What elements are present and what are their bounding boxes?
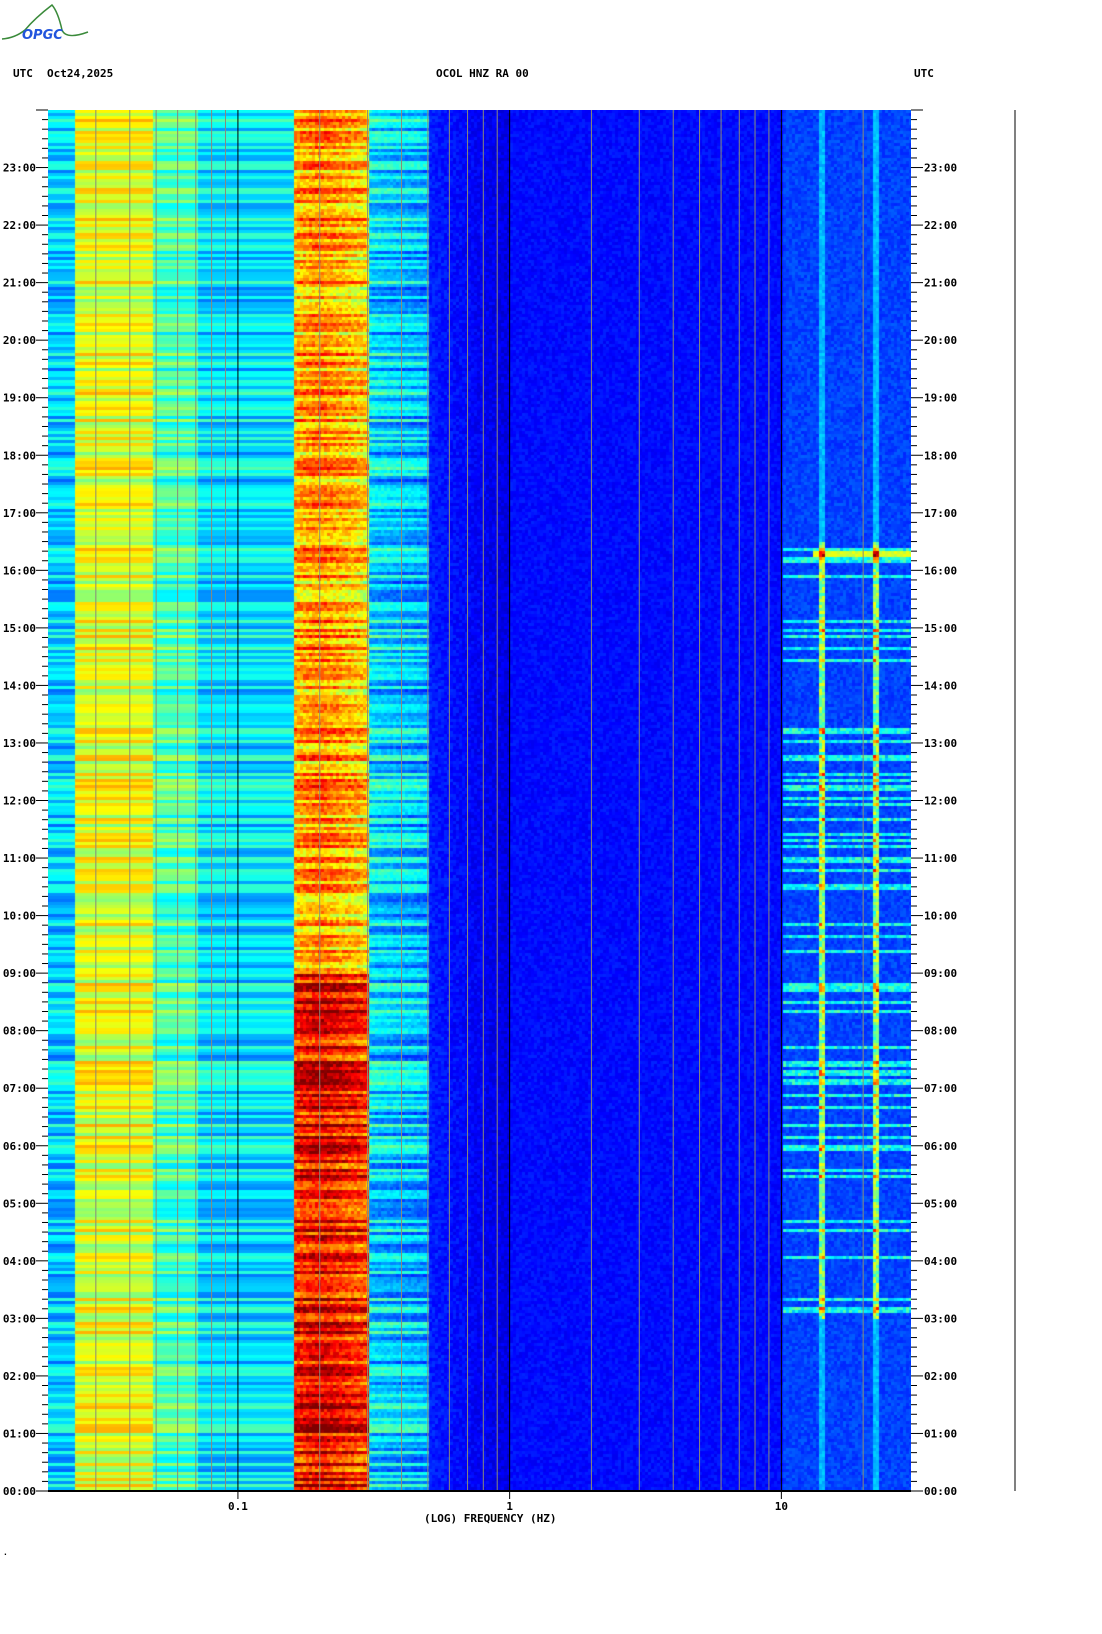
left-time-label: 16:00: [3, 564, 36, 577]
x-tick-label: 0.1: [228, 1500, 248, 1513]
right-time-label: 18:00: [924, 449, 957, 462]
right-time-label: 13:00: [924, 737, 957, 750]
left-time-label: 10:00: [3, 910, 36, 923]
left-time-label: 04:00: [3, 1255, 36, 1268]
right-time-label: 06:00: [924, 1140, 957, 1153]
right-time-label: 23:00: [924, 162, 957, 175]
left-time-label: 07:00: [3, 1082, 36, 1095]
left-time-label: 06:00: [3, 1140, 36, 1153]
right-time-label: 00:00: [924, 1485, 957, 1498]
left-time-label: 20:00: [3, 334, 36, 347]
right-time-label: 09:00: [924, 967, 957, 980]
left-time-label: 23:00: [3, 162, 36, 175]
left-time-label: 05:00: [3, 1197, 36, 1210]
footer-mark: .: [3, 1548, 8, 1557]
right-time-label: 22:00: [924, 219, 957, 232]
right-time-label: 11:00: [924, 852, 957, 865]
right-time-label: 04:00: [924, 1255, 957, 1268]
left-time-label: 13:00: [3, 737, 36, 750]
left-time-label: 18:00: [3, 449, 36, 462]
chart-axes: 0.1 1 1000:00 00:0001:00 01:0002:00 02:0003:0…: [3, 109, 1016, 1513]
right-time-label: 10:00: [924, 910, 957, 923]
right-time-label: 07:00: [924, 1082, 957, 1095]
left-time-label: 17:00: [3, 507, 36, 520]
right-time-label: 01:00: [924, 1427, 957, 1440]
right-time-label: 05:00: [924, 1197, 957, 1210]
left-time-label: 12:00: [3, 795, 36, 808]
right-time-label: 03:00: [924, 1312, 957, 1325]
right-time-label: 02:00: [924, 1370, 957, 1383]
left-time-label: 08:00: [3, 1025, 36, 1038]
left-time-label: 09:00: [3, 967, 36, 980]
right-time-label: 16:00: [924, 564, 957, 577]
right-time-label: 21:00: [924, 277, 957, 290]
right-time-label: 19:00: [924, 392, 957, 405]
right-time-label: 14:00: [924, 679, 957, 692]
left-time-label: 11:00: [3, 852, 36, 865]
left-time-label: 03:00: [3, 1312, 36, 1325]
x-axis-label: (LOG) FREQUENCY (HZ): [424, 1512, 557, 1525]
left-time-label: 19:00: [3, 392, 36, 405]
left-time-label: 21:00: [3, 277, 36, 290]
left-time-label: 01:00: [3, 1427, 36, 1440]
x-tick-label: 10: [775, 1500, 788, 1513]
left-time-label: 14:00: [3, 679, 36, 692]
left-time-label: 02:00: [3, 1370, 36, 1383]
right-time-label: 15:00: [924, 622, 957, 635]
right-time-label: 08:00: [924, 1025, 957, 1038]
right-time-label: 12:00: [924, 795, 957, 808]
right-time-label: 17:00: [924, 507, 957, 520]
left-time-label: 15:00: [3, 622, 36, 635]
right-time-label: 20:00: [924, 334, 957, 347]
left-time-label: 22:00: [3, 219, 36, 232]
left-time-label: 00:00: [3, 1485, 36, 1498]
